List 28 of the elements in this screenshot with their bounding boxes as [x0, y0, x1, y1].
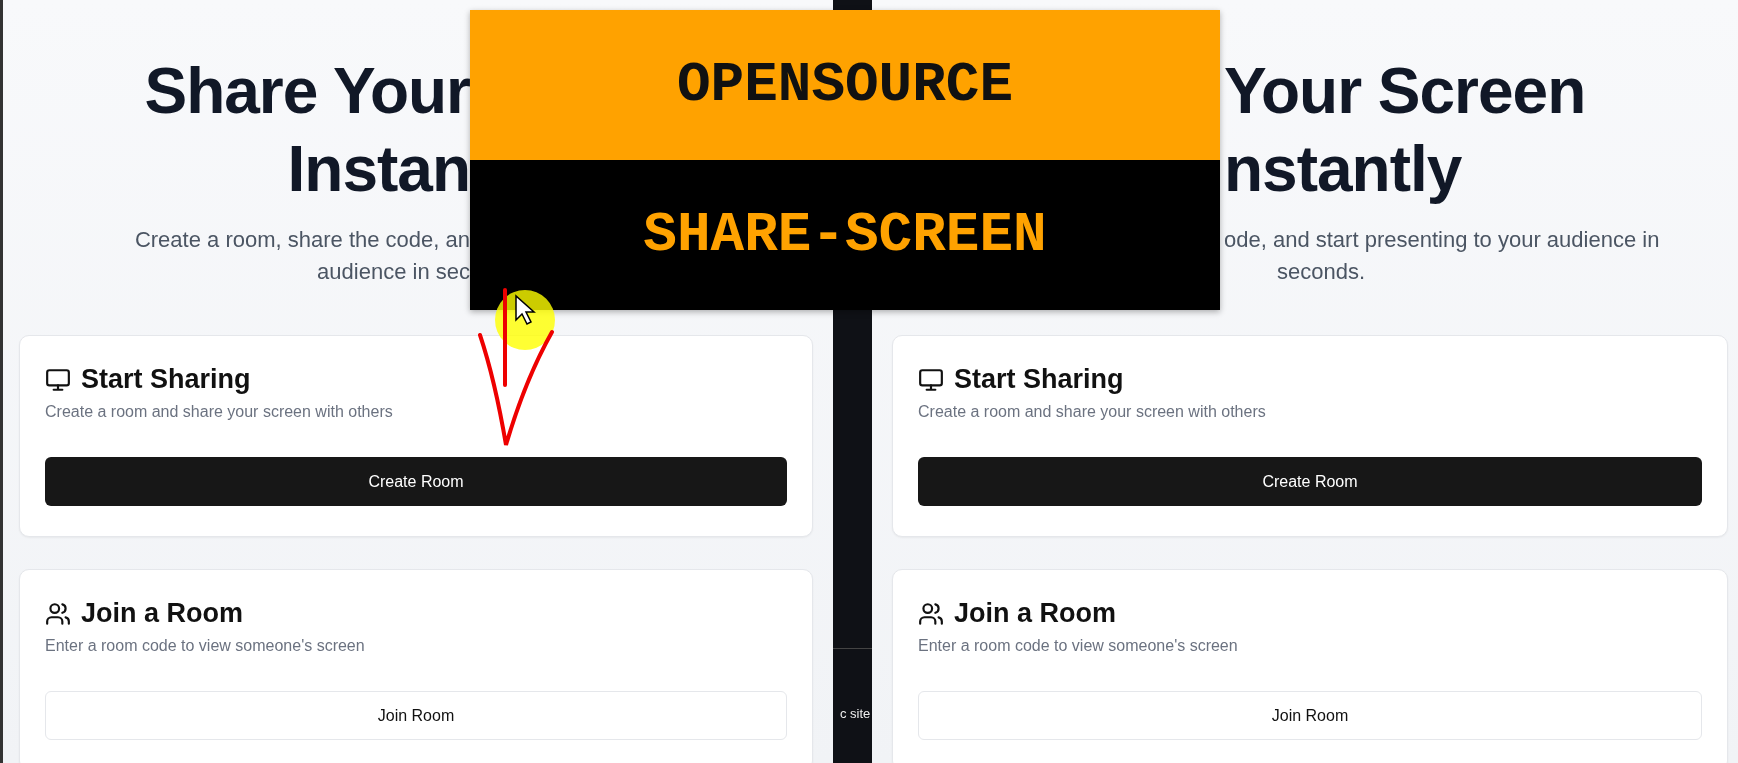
- window-text: c site: [839, 705, 872, 723]
- card-title: Start Sharing: [81, 364, 251, 395]
- page-heading: Your Screen: [1224, 55, 1586, 127]
- card-title: Join a Room: [954, 598, 1116, 629]
- banner-subtitle: SHARE-SCREEN: [470, 160, 1220, 310]
- card-description: Enter a room code to view someone's screen: [918, 637, 1239, 655]
- monitor-icon: [45, 366, 71, 393]
- users-icon: [45, 600, 71, 627]
- page-heading: Share Your: [144, 55, 470, 127]
- page-subtitle: audience in sec: [317, 259, 470, 284]
- create-room-button[interactable]: Create Room: [45, 457, 787, 506]
- join-room-button[interactable]: Join Room: [45, 691, 787, 740]
- card-description: Create a room and share your screen with others: [45, 403, 394, 421]
- page-subtitle: Create a room, share the code, an: [134, 227, 470, 252]
- pointer-cursor-icon: [515, 294, 536, 325]
- card-description: Enter a room code to view someone's screen: [45, 637, 366, 655]
- users-icon: [918, 600, 944, 627]
- card-title: Join a Room: [81, 598, 243, 629]
- join-room-button[interactable]: Join Room: [918, 691, 1702, 740]
- page-subtitle: seconds.: [1277, 259, 1366, 284]
- monitor-icon: [918, 366, 944, 393]
- page-subtitle: ode, and start presenting to your audience in: [1224, 227, 1660, 252]
- card-description: Create a room and share your screen with others: [918, 403, 1267, 421]
- card-title: Start Sharing: [954, 364, 1124, 395]
- page-heading: nstantly: [1224, 133, 1462, 205]
- banner-title: OPENSOURCE: [470, 10, 1220, 160]
- page-heading: Instan: [287, 133, 470, 205]
- create-room-button[interactable]: Create Room: [918, 457, 1702, 506]
